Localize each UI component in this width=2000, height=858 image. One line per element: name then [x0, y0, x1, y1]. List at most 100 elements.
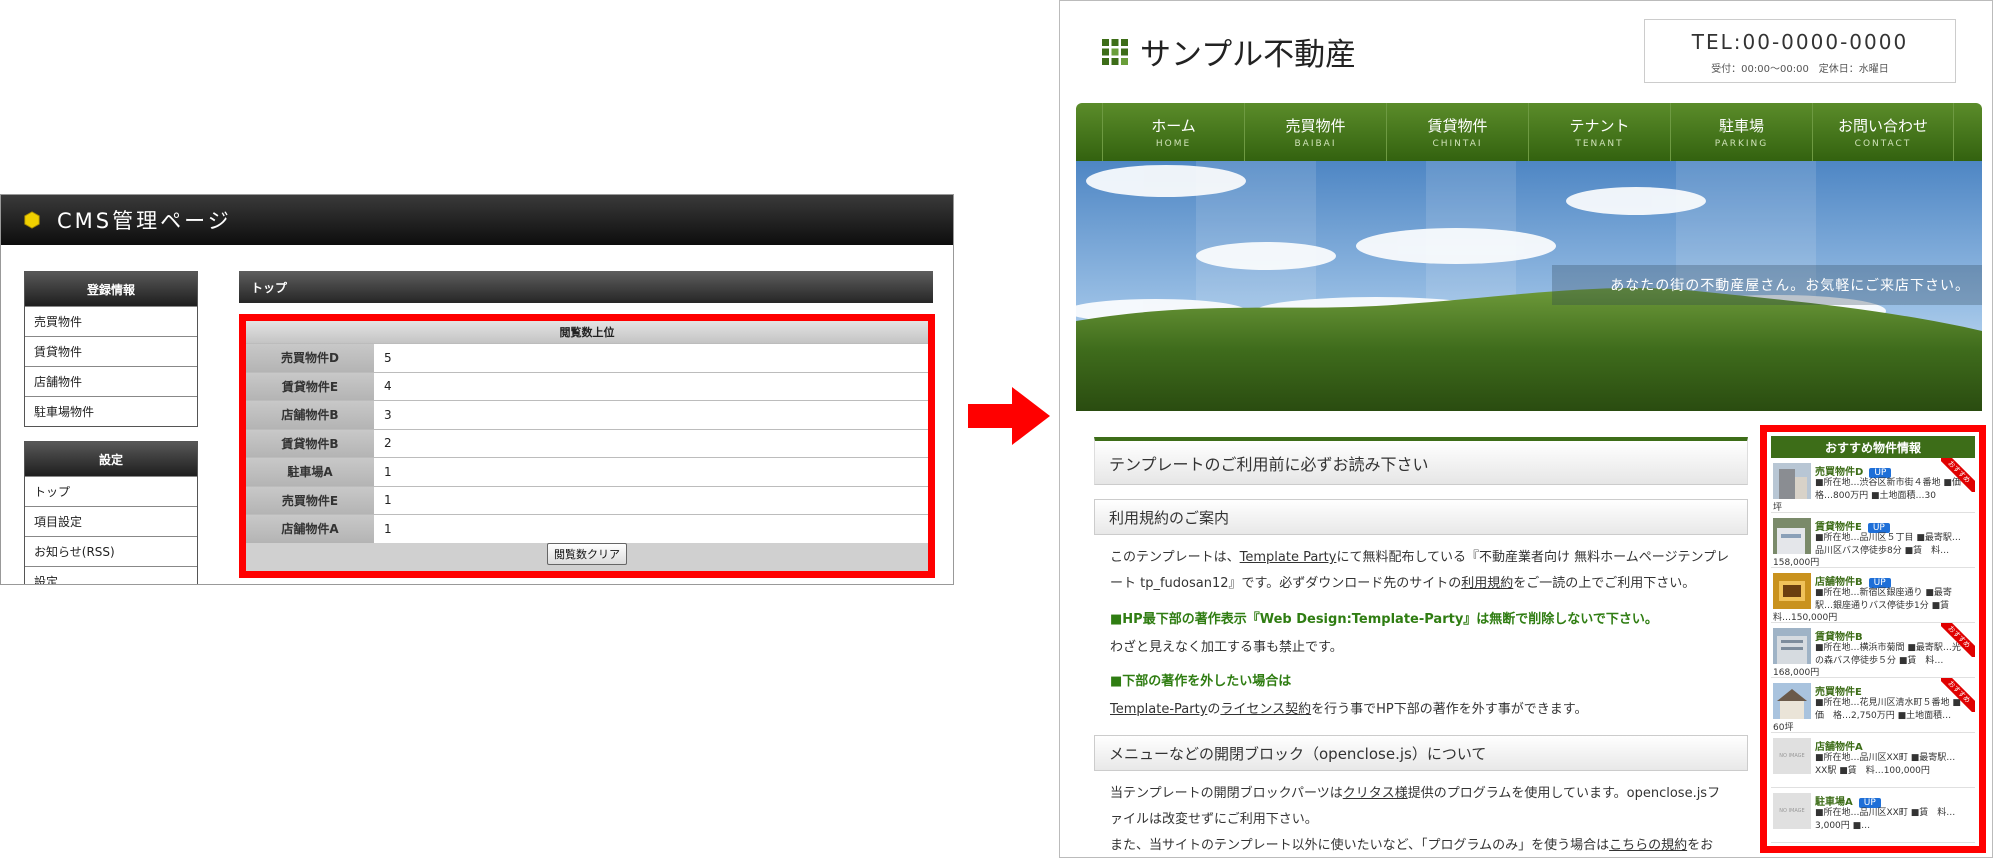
building-thumbnail	[1773, 628, 1811, 664]
ranking-footer: 閲覧数クリア	[246, 543, 928, 566]
nav-sublabel: TENANT	[1575, 139, 1624, 149]
business-hours: 受付：00:00〜00:00 定休日：水曜日	[1711, 64, 1889, 75]
ranking-views: 3	[374, 401, 928, 429]
clear-views-button[interactable]: 閲覧数クリア	[547, 543, 627, 565]
ranking-views: 5	[374, 344, 928, 372]
nav-item-contact[interactable]: お問い合わせ CONTACT	[1812, 103, 1954, 161]
recommend-ribbon: おすすめ	[1941, 623, 1975, 657]
nav-item-home[interactable]: ホーム HOME	[1102, 103, 1244, 161]
nav-label: 賃貸物件	[1427, 117, 1488, 135]
nav-sublabel: CHINTAI	[1432, 139, 1483, 149]
ranking-views: 1	[374, 486, 928, 514]
sidebar-item-rental[interactable]: 賃貸物件	[25, 336, 197, 366]
list-item[interactable]: 売買物件D UP ■所在地…渋谷区新市街４番地 ■価 格…800万円 ■土地面積……	[1771, 458, 1975, 513]
ranking-views: 1	[374, 458, 928, 486]
item-desc: ■所在地…品川区５丁目 ■最寄駅…品川区バス停徒歩8分 ■賃 料…	[1815, 533, 1961, 556]
nav-label: お問い合わせ	[1837, 117, 1928, 135]
nav-label: ホーム	[1151, 117, 1196, 135]
house-thumbnail	[1773, 683, 1811, 719]
cms-header: CMS管理ページ	[1, 195, 953, 245]
license-link[interactable]: ライセンス契約	[1220, 702, 1311, 717]
no-image-placeholder: NO IMAGE	[1773, 738, 1811, 774]
text: このテンプレートは、	[1110, 550, 1240, 565]
notice-heading: テンプレートのご利用前に必ずお読み下さい	[1094, 437, 1748, 485]
section-title: トップ	[239, 271, 933, 303]
kuritasu-link[interactable]: クリタス様	[1343, 786, 1408, 801]
item-desc: ■所在地…品川区XX町 ■最寄駅…XX駅 ■賃 料…100,000円	[1815, 753, 1956, 776]
hexagon-logo-icon	[24, 211, 40, 229]
ranking-title: 閲覧数上位	[246, 321, 928, 343]
sidebar-item-news-rss[interactable]: お知らせ(RSS)	[25, 536, 197, 566]
nav-item-baibai[interactable]: 売買物件 BAIBAI	[1244, 103, 1386, 161]
list-item[interactable]: 店舗物件B UP ■所在地…新宿区銀座通り ■最寄駅…銀座通りバス停徒歩1分 ■賃…	[1771, 568, 1975, 623]
list-item[interactable]: NO IMAGE 店舗物件A ■所在地…品川区XX町 ■最寄駅…XX駅 ■賃 料…	[1771, 733, 1975, 788]
sidebar-item-parking[interactable]: 駐車場物件	[25, 396, 197, 426]
nav-sublabel: BAIBAI	[1294, 139, 1337, 149]
nav-label: 駐車場	[1718, 117, 1764, 135]
recommend-ribbon: おすすめ	[1941, 678, 1975, 712]
cms-admin-window: CMS管理ページ 登録情報 売買物件 賃貸物件 店舗物件 駐車場物件 設定 トッ…	[0, 194, 954, 585]
nav-label: 売買物件	[1285, 117, 1346, 135]
hero-image: あなたの街の不動産屋さん。お気軽にご来店下さい。	[1076, 161, 1982, 411]
site-brand[interactable]: サンプル不動産	[1102, 29, 1356, 74]
openclose-heading[interactable]: メニューなどの開閉ブロック（openclose.js）について	[1094, 735, 1748, 771]
recommend-title: おすすめ物件情報	[1771, 436, 1975, 458]
building-thumbnail	[1773, 518, 1811, 554]
hero-caption-bar: あなたの街の不動産屋さん。お気軽にご来店下さい。	[1552, 265, 1982, 305]
table-row: 駐車場A 1	[246, 457, 928, 486]
cms-main: トップ 閲覧数上位 売買物件D 5 賃貸物件E 4 店舗物件B 3 賃貸物件B …	[239, 271, 935, 578]
text: をお	[1687, 838, 1714, 853]
nav-item-chintai[interactable]: 賃貸物件 CHINTAI	[1386, 103, 1528, 161]
main-content: テンプレートのご利用前に必ずお読み下さい 利用規約のご案内 このテンプレートは、…	[1094, 437, 1748, 857]
terms-link[interactable]: 利用規約	[1461, 576, 1513, 591]
list-item[interactable]: NO IMAGE 駐車場A UP ■所在地…品川区XX町 ■賃 料…3,000円 …	[1771, 788, 1975, 843]
ribbon-label: おすすめ	[1941, 678, 1975, 712]
ranking-name: 店舗物件A	[246, 515, 374, 543]
ranking-name: 店舗物件B	[246, 401, 374, 429]
table-row: 売買物件D 5	[246, 343, 928, 372]
table-row: 店舗物件A 1	[246, 514, 928, 543]
ranking-name: 賃貸物件B	[246, 429, 374, 457]
ranking-views: 4	[374, 372, 928, 400]
sidebar-settings: 設定 トップ 項目設定 お知らせ(RSS) 設定	[24, 441, 198, 584]
store-thumbnail	[1773, 573, 1811, 609]
nav-item-parking[interactable]: 駐車場 PARKING	[1670, 103, 1812, 161]
cms-title: CMS管理ページ	[57, 209, 232, 233]
list-item[interactable]: 売買物件E ■所在地…花見川区清水町５番地 ■価 格…2,750万円 ■土地面積…	[1771, 678, 1975, 733]
sidebar-item-settings[interactable]: 設定	[25, 566, 197, 584]
license-paragraph: Template-Partyのライセンス契約を行う事でHP下部の著作を外す事がで…	[1094, 699, 1748, 721]
list-item[interactable]: 賃貸物件B ■所在地…横浜市菊間 ■最寄駅…光の森バス停徒歩５分 ■賃 料… 1…	[1771, 623, 1975, 678]
sidebar-settings-head: 設定	[25, 442, 197, 476]
license-note: ■下部の著作を外したい場合は	[1110, 674, 1292, 689]
sidebar-item-sale[interactable]: 売買物件	[25, 306, 197, 336]
template-party-link[interactable]: Template-Party	[1110, 702, 1207, 717]
sidebar-item-top[interactable]: トップ	[25, 476, 197, 506]
table-row: 賃貸物件E 4	[246, 371, 928, 400]
item-desc-tail: 料…150,000円	[1773, 613, 1838, 623]
sidebar-registration-head: 登録情報	[25, 272, 197, 306]
ranking-views: 1	[374, 515, 928, 543]
global-nav: ホーム HOME 売買物件 BAIBAI 賃貸物件 CHINTAI テナント T…	[1076, 103, 1982, 161]
site-name: サンプル不動産	[1140, 37, 1357, 73]
real-estate-site: サンプル不動産 TEL:00-0000-0000 受付：00:00〜00:00 …	[1059, 0, 1993, 858]
item-desc-tail: 168,000円	[1773, 668, 1820, 678]
text: 当テンプレートの開閉ブロックパーツは	[1110, 786, 1343, 801]
item-desc-tail: 60坪	[1773, 723, 1794, 733]
nav-sublabel: HOME	[1155, 139, 1192, 149]
no-image-placeholder: NO IMAGE	[1773, 793, 1811, 829]
sidebar-item-field-settings[interactable]: 項目設定	[25, 506, 197, 536]
list-item[interactable]: 賃貸物件E UP ■所在地…品川区５丁目 ■最寄駅…品川区バス停徒歩8分 ■賃 料…	[1771, 513, 1975, 568]
sidebar-item-store[interactable]: 店舗物件	[25, 366, 197, 396]
grid-logo-icon	[1102, 38, 1128, 65]
template-party-link[interactable]: Template Party	[1240, 550, 1337, 565]
table-row: 売買物件E 1	[246, 485, 928, 514]
recommend-highlight-frame: おすすめ物件情報 売買物件D UP ■所在地…渋谷区新市街４番地 ■価 格…800…	[1760, 425, 1986, 853]
text: をご一読の上でご利用下さい。	[1513, 576, 1696, 591]
terms-heading[interactable]: 利用規約のご案内	[1094, 499, 1748, 535]
recommend-ribbon: おすすめ	[1941, 458, 1975, 492]
nav-item-tenant[interactable]: テナント TENANT	[1528, 103, 1670, 161]
program-terms-link[interactable]: こちらの規約	[1609, 838, 1687, 853]
hero-caption: あなたの街の不動産屋さん。お気軽にご来店下さい。	[1610, 278, 1970, 294]
ribbon-label: おすすめ	[1941, 623, 1975, 657]
openclose-paragraph: 当テンプレートの開閉ブロックパーツはクリタス様提供のプログラムを使用しています。…	[1094, 781, 1748, 857]
